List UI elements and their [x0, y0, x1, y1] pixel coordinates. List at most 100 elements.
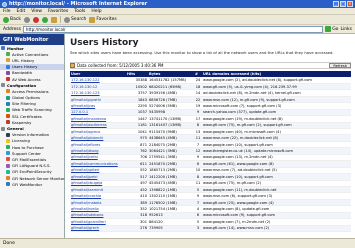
- page-description: See which sites users have been accessin…: [70, 50, 334, 55]
- close-button[interactable]: ×: [347, 1, 353, 7]
- sidebar-item-icon: [6, 120, 10, 125]
- menu-file[interactable]: File: [3, 9, 11, 14]
- sidebar-item-icon: [6, 163, 10, 168]
- sidebar: GFI WebMonitor Monitor Active Connections…: [0, 34, 65, 238]
- go-label: Go: [332, 26, 339, 32]
- back-label: Back: [10, 17, 21, 22]
- sidebar-item-label: Configuration: [7, 82, 37, 88]
- sidebar-item-label: Access Permissions: [12, 88, 49, 94]
- maximize-button[interactable]: □: [340, 1, 346, 7]
- menu-edit[interactable]: Edit: [17, 9, 26, 14]
- sidebar-item-label: How to Purchase: [12, 144, 44, 150]
- sidebar-item-icon: [6, 176, 10, 181]
- refresh-button[interactable]: Refresh: [329, 63, 351, 68]
- stop-button[interactable]: [32, 16, 39, 23]
- forward-button[interactable]: [23, 16, 30, 23]
- cell-bytes: 739905: [148, 225, 194, 233]
- sidebar-item-label: Support Center: [12, 150, 41, 156]
- refresh-icon: [41, 16, 48, 23]
- sidebar-item-icon: [6, 101, 10, 106]
- status-bar: Done: [0, 238, 355, 248]
- toolbar-separator: [59, 16, 61, 23]
- sidebar-item-icon: [1, 46, 5, 51]
- sidebar-item-icon: [6, 182, 10, 187]
- search-icon: [63, 16, 70, 23]
- menu-tools[interactable]: Tools: [74, 9, 85, 14]
- favorites-button[interactable]: Favorites: [89, 16, 117, 23]
- sidebar-item-icon: [6, 52, 10, 57]
- data-collected-bar: Data collected from: 5/12/2005 3:40:36 P…: [70, 62, 351, 69]
- sidebar-item-label: Global Options: [12, 95, 40, 101]
- sidebar-item-label: General: [7, 126, 24, 132]
- sidebar-item-icon: [6, 95, 10, 100]
- sidebar-item[interactable]: GFI WebMonitor: [0, 181, 64, 187]
- search-button[interactable]: Search: [63, 16, 87, 23]
- minimize-button[interactable]: _: [333, 1, 339, 7]
- page-title: Users History: [70, 38, 139, 48]
- sidebar-item-label: GFI MailEssentials: [12, 156, 47, 162]
- sidebar-item-icon: [6, 89, 10, 94]
- sidebar-item-label: Site Filtering: [12, 101, 36, 107]
- address-bar: Address http://monitor.local/ Go Links: [0, 25, 355, 34]
- internet-explorer-icon: [2, 1, 7, 7]
- sidebar-item-icon: [6, 169, 10, 174]
- sidebar-item-icon: [6, 70, 10, 75]
- home-icon: [50, 16, 57, 23]
- stop-icon: [32, 16, 39, 23]
- home-button[interactable]: [50, 16, 57, 23]
- sidebar-header: GFI WebMonitor: [0, 34, 64, 45]
- sidebar-item-icon: [6, 157, 10, 162]
- sidebar-item-label: AV Web Access: [12, 76, 41, 82]
- search-label: Search: [70, 17, 87, 22]
- window-titlebar: http://monitor.local/ - Microsoft Intern…: [0, 0, 355, 8]
- star-icon: [89, 16, 96, 23]
- sidebar-item-icon: [6, 77, 10, 82]
- window-title: http://monitor.local/ - Microsoft Intern…: [9, 1, 148, 7]
- address-url: http://monitor.local/: [25, 26, 66, 32]
- status-text: Done: [3, 241, 15, 246]
- back-arrow-icon: [3, 16, 9, 23]
- sidebar-item-icon: [6, 151, 10, 156]
- go-button[interactable]: Go: [325, 26, 338, 32]
- menu-view[interactable]: View: [31, 9, 42, 14]
- browser-toolbar: Back Search Favorites: [0, 15, 355, 25]
- menu-help[interactable]: Help: [91, 9, 101, 14]
- table-body: 172.16.130.122 35388 164531782 (157MB) 24 ww…: [70, 77, 351, 233]
- address-input[interactable]: http://monitor.local/: [22, 25, 324, 33]
- cell-domain-count: 3: [194, 225, 202, 233]
- main-content: Users History See which sites users have…: [66, 34, 355, 238]
- favorites-label: Favorites: [96, 17, 117, 22]
- sidebar-item-label: URL History: [12, 57, 35, 63]
- refresh-browser-button[interactable]: [41, 16, 48, 23]
- calendar-icon: [70, 63, 75, 68]
- sidebar-item-icon: [6, 145, 10, 150]
- users-history-table: User Hits Bytes # URL domains accessed (…: [70, 71, 351, 233]
- go-arrow-icon: [325, 26, 332, 32]
- sidebar-item-icon: [1, 83, 5, 88]
- sidebar-item-label: GFI Network Server Monitor: [12, 175, 65, 181]
- menu-favorites[interactable]: Favorites: [48, 9, 68, 14]
- cell-hits: 276: [126, 225, 148, 233]
- data-collected-label: Data collected from: 5/12/2005 3:40:36 P…: [77, 63, 164, 68]
- sidebar-item-label: Monitor: [7, 45, 24, 51]
- sidebar-item-label: Licensing: [12, 138, 30, 144]
- sidebar-item-label: Users History: [12, 64, 38, 70]
- sidebar-item-icon: [6, 138, 10, 143]
- back-button[interactable]: Back: [3, 16, 21, 23]
- sidebar-item-icon: [6, 64, 10, 69]
- sidebar-item-label: SSL Certificates: [12, 113, 42, 119]
- sidebar-nav: Monitor Active Connections URL History User…: [0, 45, 65, 187]
- links-button[interactable]: Links: [340, 27, 352, 32]
- window-controls: _ □ ×: [333, 1, 353, 7]
- sidebar-item-label: GFI LANguard N.S.S.: [12, 163, 51, 169]
- forward-arrow-icon: [23, 16, 30, 23]
- sidebar-item-label: Version Information: [12, 132, 50, 138]
- sidebar-item-icon: [1, 126, 5, 131]
- sidebar-item-label: Active Connections: [12, 51, 49, 57]
- sidebar-item-icon: [6, 114, 10, 119]
- sidebar-item-label: GFI EndPointSecurity: [12, 169, 52, 175]
- sidebar-item-icon: [6, 107, 10, 112]
- address-label: Address: [3, 26, 21, 32]
- cell-url-domains: www.gfi.com (14), www.msn.com (2): [202, 225, 351, 233]
- cell-user[interactable]: gfimaltal\lgrech: [70, 225, 126, 233]
